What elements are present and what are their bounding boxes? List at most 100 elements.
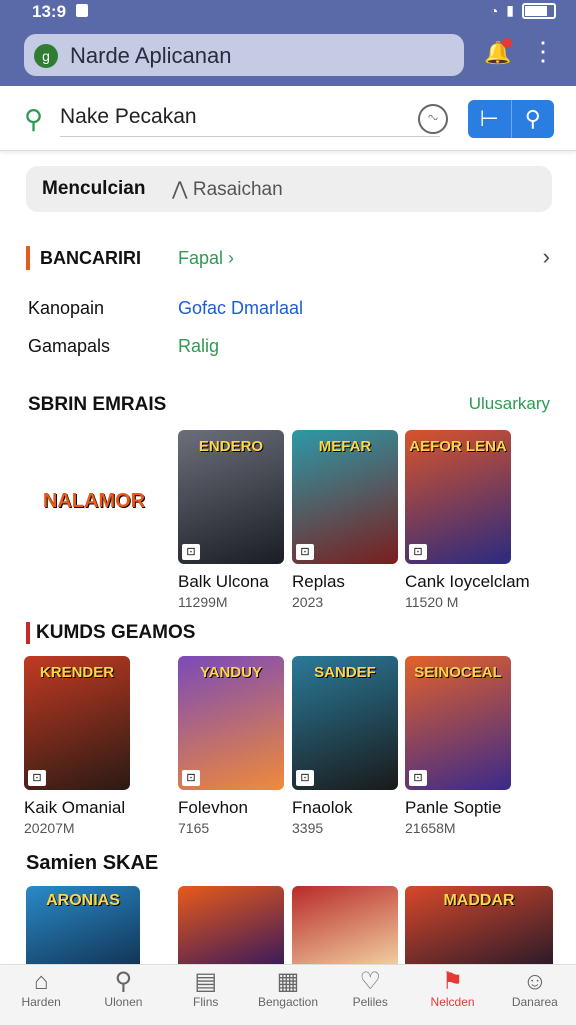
section-link[interactable]: Fapal ›: [178, 248, 234, 269]
notification-bell-icon[interactable]: 🔔: [484, 38, 512, 66]
search-input[interactable]: Nake Pecakan: [60, 105, 197, 129]
game-card[interactable]: SANDEF ⊡ Fnaolok 3395: [292, 656, 398, 836]
game-logo-text: MADDAR: [443, 892, 515, 909]
section-title: SBRIN EMRAIS: [28, 394, 167, 415]
game-size: 7165: [178, 820, 210, 836]
rating-badge-icon: ⊡: [182, 544, 200, 560]
search-icon: ⚲: [114, 968, 133, 995]
game-thumbnail[interactable]: MEFAR ⊡: [292, 430, 398, 564]
nav-label: Danarea: [511, 995, 558, 1009]
game-logo-text: AEFOR LENA: [409, 438, 507, 455]
overflow-menu-icon[interactable]: ⋮: [530, 38, 556, 64]
game-thumbnail[interactable]: SEINOCEAL ⊡: [405, 656, 511, 790]
game-thumbnail[interactable]: ARONIAS: [26, 886, 140, 966]
search-action-buttons: ⊢ ⚲: [468, 100, 554, 138]
filter-button[interactable]: ⊢: [468, 100, 511, 138]
bottom-navigation: ⌂ Harden ⚲ Ulonen ▤ Flins ▦ Bengaction ♡ Peliles ⚑…: [0, 964, 576, 1025]
nav-item[interactable]: ⌂ Harden: [0, 965, 82, 1025]
heart-icon: ♡: [359, 968, 382, 995]
game-logo-text: SEINOCEAL: [414, 664, 502, 681]
section-accent: [26, 246, 30, 270]
rating-badge-icon: ⊡: [409, 544, 427, 560]
game-card[interactable]: KRENDER ⊡ Kaik Omanial 20207M: [24, 656, 130, 836]
info-value[interactable]: Ralig: [178, 336, 219, 357]
game-logo-text: ARONIAS: [46, 892, 120, 909]
nav-item[interactable]: ⚑ Nelcden: [411, 965, 493, 1025]
game-logo-text: NALAMOR: [42, 490, 146, 512]
nav-label: Flins: [193, 995, 219, 1009]
voice-icon[interactable]: ᵔᵕ: [418, 104, 448, 134]
pin-icon: ⚑: [441, 968, 464, 995]
nav-item[interactable]: ⚲ Ulonen: [82, 965, 164, 1025]
game-logo-text: MEFAR: [318, 438, 372, 455]
tab-active[interactable]: Menculcian: [42, 178, 145, 200]
game-card[interactable]: YANDUY ⊡ Folevhon 7165: [178, 656, 284, 836]
search-icon: ⚲: [24, 104, 44, 134]
nav-label: Peliles: [352, 995, 388, 1009]
nav-item[interactable]: ☺ Danarea: [494, 965, 576, 1025]
url-bar[interactable]: g Narde Aplicanan: [24, 34, 464, 76]
game-thumbnail[interactable]: [178, 886, 284, 966]
game-card[interactable]: SEINOCEAL ⊡ Panle Soptie 21658M: [405, 656, 511, 836]
rating-badge-icon: ⊡: [296, 544, 314, 560]
info-key: Kanopain: [28, 298, 105, 318]
game-size: 2023: [292, 594, 324, 610]
notification-icon: [76, 4, 88, 17]
rating-badge-icon: ⊡: [296, 770, 314, 786]
game-title: Fnaolok: [292, 798, 353, 817]
nav-item[interactable]: ▦ Bengaction: [247, 965, 329, 1025]
game-thumbnail[interactable]: [292, 886, 398, 966]
game-logo-text: ENDERO: [198, 438, 264, 455]
see-more-link[interactable]: Ulusarkary: [469, 394, 550, 414]
notification-dot: [502, 38, 512, 48]
game-size: 11299M: [178, 594, 228, 610]
game-thumbnail[interactable]: NALAMOR: [24, 430, 164, 564]
nav-label: Harden: [21, 995, 61, 1009]
info-value[interactable]: Gofac Dmarlaal: [178, 298, 303, 319]
game-row: KRENDER ⊡ Kaik Omanial 20207M YANDUY ⊡ Folevho…: [24, 656, 554, 836]
game-row: NALAMOR ENDERO ⊡ Balk Ulcona 11299M MEFAR ⊡ Rep…: [24, 430, 554, 610]
game-size: 11520 M: [405, 594, 459, 610]
game-card[interactable]: AEFOR LENA ⊡ Cank Ioycelclam 11520 M: [405, 430, 530, 610]
game-size: 20207M: [24, 820, 75, 836]
person-icon: ☺: [522, 968, 548, 995]
game-thumbnail[interactable]: SANDEF ⊡: [292, 656, 398, 790]
signal-icon: ▮: [506, 2, 514, 18]
game-logo-text: SANDEF: [314, 664, 376, 681]
tab-other[interactable]: ⋀ Rasaichan: [172, 178, 283, 201]
game-title: Balk Ulcona: [178, 572, 269, 591]
game-logo-text: YANDUY: [200, 664, 262, 681]
game-title: Panle Soptie: [405, 798, 502, 817]
game-card[interactable]: MEFAR ⊡ Replas 2023: [292, 430, 398, 610]
game-thumbnail[interactable]: KRENDER ⊡: [24, 656, 130, 790]
game-size: 3395: [292, 820, 324, 836]
info-key: Gamapals: [28, 336, 111, 356]
status-bar: 13:9 ◔ ▮: [0, 0, 576, 24]
nav-label: Ulonen: [104, 995, 143, 1009]
game-thumbnail[interactable]: AEFOR LENA ⊡: [405, 430, 511, 564]
game-logo-text: KRENDER: [39, 664, 115, 681]
info-row: Gamapals Ralig: [28, 336, 219, 357]
section-title: Samien SKAE: [26, 852, 159, 874]
file-icon: ▤: [194, 968, 218, 995]
nav-item[interactable]: ♡ Peliles: [329, 965, 411, 1025]
game-title: Folevhon: [178, 798, 248, 817]
tab-other-label: Rasaichan: [192, 179, 283, 200]
section-accent: [26, 622, 30, 644]
browser-app-bar: g Narde Aplicanan 🔔 ⋮: [0, 24, 576, 86]
nav-item[interactable]: ▤ Flins: [165, 965, 247, 1025]
game-size: 21658M: [405, 820, 456, 836]
battery-icon: [522, 2, 556, 19]
game-card[interactable]: NALAMOR: [24, 430, 164, 572]
site-icon: g: [34, 44, 58, 68]
nav-label: Nelcden: [430, 995, 475, 1009]
tab-bar: Menculcian ⋀ Rasaichan: [26, 166, 552, 212]
search-button[interactable]: ⚲: [510, 100, 555, 138]
search-row: ⚲ Nake Pecakan ᵔᵕ ⊢ ⚲: [0, 86, 576, 151]
section-link-label: Fapal: [178, 248, 224, 268]
chevron-right-icon[interactable]: ›: [543, 244, 550, 270]
game-thumbnail[interactable]: YANDUY ⊡: [178, 656, 284, 790]
game-card[interactable]: ENDERO ⊡ Balk Ulcona 11299M: [178, 430, 284, 610]
game-thumbnail[interactable]: MADDAR: [405, 886, 553, 966]
game-thumbnail[interactable]: ENDERO ⊡: [178, 430, 284, 564]
